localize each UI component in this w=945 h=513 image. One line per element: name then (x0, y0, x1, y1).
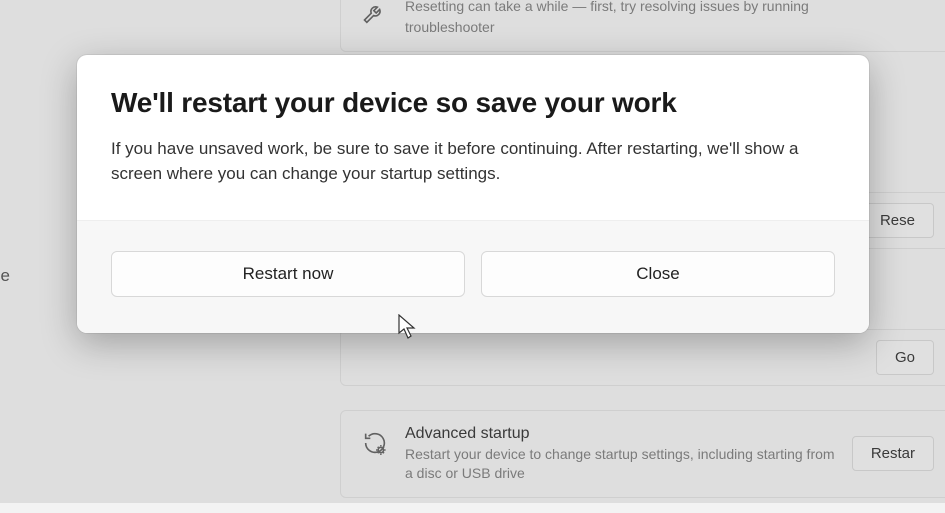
dialog-title: We'll restart your device so save your w… (111, 87, 835, 119)
restart-now-button[interactable]: Restart now (111, 251, 465, 297)
close-button[interactable]: Close (481, 251, 835, 297)
dialog-actions: Restart now Close (77, 221, 869, 333)
dialog-message: If you have unsaved work, be sure to sav… (111, 137, 835, 186)
restart-dialog: We'll restart your device so save your w… (77, 55, 869, 333)
